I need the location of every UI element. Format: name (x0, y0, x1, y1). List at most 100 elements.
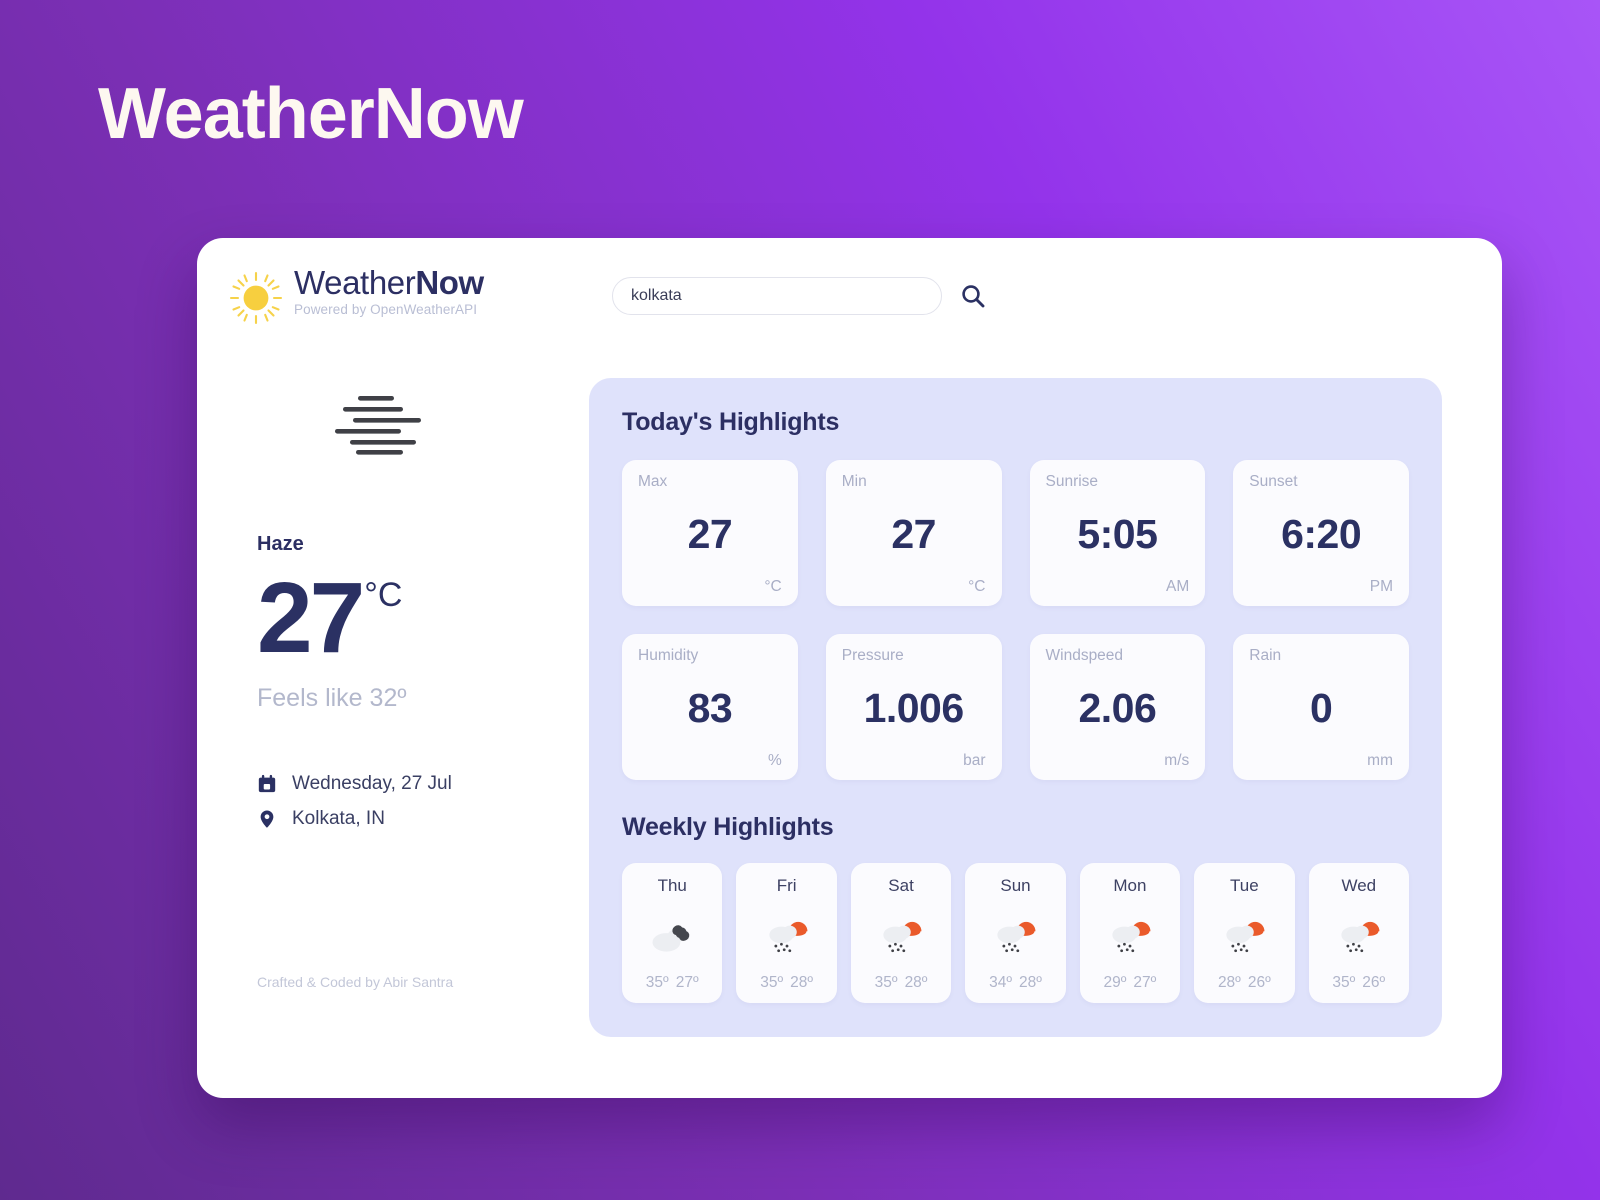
day-low: 26º (1247, 973, 1271, 991)
day-temps: 29º 27º (1104, 973, 1157, 991)
stat-value: 27 (891, 510, 936, 557)
stat-card-sunrise: Sunrise 5:05 AM (1029, 460, 1206, 606)
stat-card-windspeed: Windspeed 2.06 m/s (1029, 634, 1206, 780)
search-icon (960, 285, 986, 312)
location-row: Kolkata, IN (257, 808, 589, 830)
day-name: Mon (1113, 876, 1147, 895)
temperature-value: 27 (257, 562, 365, 674)
day-high: 35º (645, 973, 669, 991)
stat-label: Humidity (638, 647, 699, 664)
stat-unit: °C (968, 577, 986, 595)
forecast-day-card[interactable]: Fri 35º 28º (736, 863, 837, 1003)
stat-label: Sunrise (1045, 473, 1099, 490)
sun-rain-cloud-icon (761, 894, 813, 975)
stat-value: 1.006 (863, 684, 965, 731)
day-name: Sat (888, 876, 914, 895)
weekly-forecast-grid: Thu 35º 27º Fri 35º 28º Sat 35º 28º Sun … (622, 863, 1409, 1003)
day-name: Wed (1341, 876, 1377, 895)
stat-label: Rain (1249, 647, 1282, 664)
forecast-day-card[interactable]: Sat 35º 28º (850, 863, 952, 1003)
day-high: 35º (1332, 973, 1356, 991)
stat-value: 27 (687, 510, 733, 557)
highlights-card: Today's Highlights Max 27 °C Min 27 °C S… (589, 378, 1442, 1037)
stat-label: Sunset (1249, 473, 1298, 490)
brand-name-light: Weather (294, 264, 416, 301)
stat-unit: bar (963, 751, 986, 769)
stat-unit: °C (764, 577, 782, 595)
smoke-cloud-icon (646, 894, 698, 975)
day-high: 35º (760, 973, 784, 991)
highlights-panel: Today's Highlights Max 27 °C Min 27 °C S… (589, 358, 1502, 1098)
forecast-day-card[interactable]: Mon 29º 27º (1079, 863, 1181, 1003)
day-high: 28º (1217, 973, 1241, 991)
day-temps: 35º 28º (760, 973, 814, 991)
forecast-day-card[interactable]: Wed 35º 26º (1308, 863, 1409, 1003)
stat-card-max: Max 27 °C (622, 460, 798, 606)
stat-card-humidity: Humidity 83 % (622, 634, 798, 780)
day-low: 27º (675, 973, 699, 991)
forecast-day-card[interactable]: Sun 34º 28º (965, 863, 1066, 1003)
stat-label: Pressure (841, 647, 904, 664)
forecast-day-card[interactable]: Thu 35º 27º (622, 863, 723, 1003)
day-low: 27º (1133, 973, 1157, 991)
current-weather-panel: Haze 27 °C Feels like 32º Wednesday, 27 … (197, 358, 589, 1098)
brand-name: WeatherNow (294, 265, 484, 301)
stat-label: Max (638, 473, 668, 490)
sun-rain-cloud-icon (1333, 894, 1385, 975)
stat-value: 0 (1309, 684, 1333, 731)
stat-label: Windspeed (1045, 647, 1124, 664)
sun-icon (227, 269, 285, 327)
stat-card-pressure: Pressure 1.006 bar (825, 634, 1002, 780)
day-temps: 28º 26º (1217, 973, 1271, 991)
day-low: 28º (904, 973, 928, 991)
day-name: Sun (1000, 876, 1031, 895)
app-body: Haze 27 °C Feels like 32º Wednesday, 27 … (197, 358, 1502, 1098)
day-high: 35º (874, 973, 898, 991)
app-header: WeatherNow Powered by OpenWeatherAPI (197, 238, 1502, 358)
brand-name-bold: Now (415, 264, 484, 301)
today-stats-grid: Max 27 °C Min 27 °C Sunrise 5:05 AM Suns… (622, 460, 1409, 780)
stat-value: 83 (687, 684, 733, 731)
location-text: Kolkata, IN (292, 808, 385, 829)
brand-logo: WeatherNow Powered by OpenWeatherAPI (227, 265, 557, 327)
forecast-day-card[interactable]: Tue 28º 26º (1194, 863, 1295, 1003)
stat-value: 6:20 (1281, 510, 1362, 557)
search-button[interactable] (960, 283, 986, 309)
stat-card-rain: Rain 0 mm (1233, 634, 1409, 780)
day-low: 28º (1018, 973, 1042, 991)
stat-unit: mm (1367, 751, 1393, 769)
date-row: Wednesday, 27 Jul (257, 773, 589, 795)
stat-card-min: Min 27 °C (825, 460, 1002, 606)
day-temps: 35º 26º (1332, 973, 1385, 991)
meta-list: Wednesday, 27 Jul Kolkata, IN (257, 773, 589, 830)
day-temps: 35º 28º (874, 973, 928, 991)
brand-subtitle: Powered by OpenWeatherAPI (294, 301, 478, 317)
stat-unit: m/s (1164, 751, 1190, 769)
sun-rain-cloud-icon (989, 894, 1041, 975)
stat-unit: PM (1369, 577, 1393, 595)
search-bar (612, 277, 986, 315)
sun-rain-cloud-icon (875, 894, 927, 975)
stat-value: 2.06 (1078, 684, 1157, 731)
day-temps: 34º 28º (989, 973, 1042, 991)
day-temps: 35º 27º (645, 973, 699, 991)
app-window: WeatherNow Powered by OpenWeatherAPI kol… (197, 238, 1502, 1098)
calendar-icon (257, 774, 279, 794)
date-text: Wednesday, 27 Jul (292, 773, 452, 794)
stat-label: Min (841, 473, 867, 490)
stat-unit: AM (1166, 577, 1190, 595)
condition-label: Haze (257, 533, 304, 555)
stat-card-sunset: Sunset 6:20 PM (1233, 460, 1409, 606)
current-temperature: 27 °C (257, 568, 589, 668)
today-highlights-title: Today's Highlights (622, 408, 840, 436)
feels-like-text: Feels like 32º (257, 684, 407, 712)
weekly-highlights-title: Weekly Highlights (622, 813, 834, 841)
day-low: 28º (790, 973, 814, 991)
sun-rain-cloud-icon (1218, 894, 1270, 975)
haze-icon (323, 390, 589, 461)
credit-text: Crafted & Coded by Abir Santra (257, 974, 454, 990)
search-input[interactable] (612, 277, 942, 315)
day-name: Fri (776, 876, 797, 895)
brand-text: WeatherNow Powered by OpenWeatherAPI (294, 265, 484, 317)
day-name: Thu (657, 876, 687, 895)
